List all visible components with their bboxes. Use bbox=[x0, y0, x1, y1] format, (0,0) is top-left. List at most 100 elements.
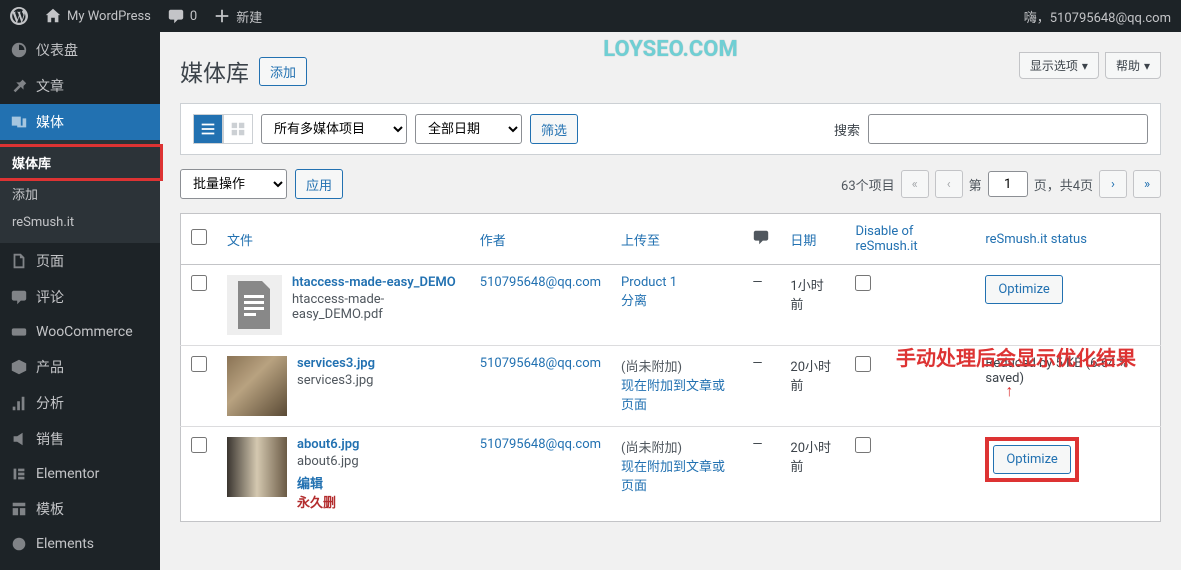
elements-icon bbox=[10, 535, 28, 553]
file-thumbnail bbox=[227, 275, 282, 335]
row-checkbox[interactable] bbox=[191, 356, 207, 372]
sidebar-item-analytics[interactable]: 分析 bbox=[0, 385, 160, 421]
pagination: 63个项目 « ‹ 第 页，共4页 › » bbox=[841, 170, 1161, 198]
row-checkbox[interactable] bbox=[191, 437, 207, 453]
list-icon bbox=[199, 120, 217, 138]
optimize-button[interactable]: Optimize bbox=[993, 445, 1070, 474]
select-all-checkbox[interactable] bbox=[191, 229, 207, 245]
document-icon bbox=[234, 281, 274, 329]
submenu-resmush[interactable]: reSmush.it bbox=[0, 209, 160, 236]
file-name: about6.jpg bbox=[297, 454, 359, 469]
delete-link[interactable]: 永久删 bbox=[297, 492, 359, 511]
sidebar-item-woocommerce[interactable]: WooCommerce bbox=[0, 315, 160, 349]
col-uploaded[interactable]: 上传至 bbox=[611, 214, 742, 265]
sidebar-item-templates[interactable]: 模板 bbox=[0, 491, 160, 527]
comment-icon bbox=[752, 228, 770, 246]
sidebar-item-products[interactable]: 产品 bbox=[0, 349, 160, 385]
add-new-button[interactable]: 添加 bbox=[259, 57, 307, 86]
howdy[interactable]: 嗨，510795648@qq.com bbox=[1024, 7, 1171, 26]
search-label: 搜索 bbox=[834, 120, 860, 139]
bulk-action-select[interactable]: 批量操作 bbox=[180, 169, 287, 199]
chevron-down-icon: ▾ bbox=[1144, 59, 1150, 73]
home-icon bbox=[44, 7, 62, 25]
file-title-link[interactable]: about6.jpg bbox=[297, 437, 359, 452]
view-toggle bbox=[193, 114, 253, 144]
bulk-apply-button[interactable]: 应用 bbox=[295, 169, 343, 199]
col-file[interactable]: 文件 bbox=[217, 214, 470, 265]
search-input[interactable] bbox=[868, 114, 1148, 144]
author-link[interactable]: 510795648@qq.com bbox=[480, 437, 601, 452]
grid-view-button[interactable] bbox=[223, 114, 253, 144]
sidebar-item-marketing[interactable]: 销售 bbox=[0, 421, 160, 457]
sidebar-item-elements[interactable]: Elements bbox=[0, 527, 160, 561]
last-page-button[interactable]: » bbox=[1133, 170, 1161, 198]
page-icon bbox=[10, 252, 28, 270]
comments-badge[interactable]: 0 bbox=[167, 7, 197, 25]
site-title[interactable]: My WordPress bbox=[44, 7, 151, 25]
list-view-button[interactable] bbox=[193, 114, 223, 144]
grid-icon bbox=[229, 120, 247, 138]
current-page-input[interactable] bbox=[988, 171, 1028, 197]
uploaded-to-link[interactable]: Product 1 bbox=[621, 275, 677, 290]
sidebar-item-elementor[interactable]: Elementor bbox=[0, 457, 160, 491]
file-name: htaccess-made-easy_DEMO.pdf bbox=[292, 292, 460, 322]
total-items: 63个项目 bbox=[841, 175, 895, 194]
dashboard-icon bbox=[10, 41, 28, 59]
elementor-icon bbox=[10, 465, 28, 483]
submenu-add[interactable]: 添加 bbox=[0, 178, 160, 209]
highlighted-optimize: Optimize bbox=[985, 437, 1078, 482]
filter-button[interactable]: 筛选 bbox=[530, 114, 578, 144]
media-submenu: 媒体库 添加 reSmush.it bbox=[0, 140, 160, 243]
sidebar-item-pages[interactable]: 页面 bbox=[0, 243, 160, 279]
chevron-down-icon: ▾ bbox=[1082, 59, 1088, 73]
date-select[interactable]: 全部日期 bbox=[415, 114, 522, 144]
col-date[interactable]: 日期 bbox=[780, 214, 845, 265]
media-type-select[interactable]: 所有多媒体项目 bbox=[261, 114, 407, 144]
edit-link[interactable]: 编辑 bbox=[297, 473, 359, 492]
uploaded-to-text: (尚未附加) bbox=[621, 360, 682, 375]
first-page-button[interactable]: « bbox=[901, 170, 929, 198]
uploaded-to-text: (尚未附加) bbox=[621, 441, 682, 456]
screen-options-button[interactable]: 显示选项 ▾ bbox=[1019, 52, 1099, 79]
date-cell: 20小时前 bbox=[780, 427, 845, 522]
col-author[interactable]: 作者 bbox=[470, 214, 611, 265]
attach-link[interactable]: 现在附加到文章或页面 bbox=[621, 379, 725, 413]
attach-link[interactable]: 现在附加到文章或页面 bbox=[621, 460, 725, 494]
filter-bar: 所有多媒体项目 全部日期 筛选 搜索 bbox=[180, 103, 1161, 155]
help-button[interactable]: 帮助 ▾ bbox=[1105, 52, 1161, 79]
sidebar-item-dashboard[interactable]: 仪表盘 bbox=[0, 32, 160, 68]
row-checkbox[interactable] bbox=[191, 275, 207, 291]
author-link[interactable]: 510795648@qq.com bbox=[480, 275, 601, 290]
comment-icon bbox=[10, 288, 28, 306]
file-title-link[interactable]: htaccess-made-easy_DEMO bbox=[292, 275, 460, 290]
sidebar-item-comments[interactable]: 评论 bbox=[0, 279, 160, 315]
prev-page-button[interactable]: ‹ bbox=[935, 170, 963, 198]
file-thumbnail bbox=[227, 356, 287, 416]
page-title: 媒体库 bbox=[180, 54, 249, 88]
col-disable: Disable of reSmush.it bbox=[845, 214, 975, 265]
date-cell: 20小时前 bbox=[780, 346, 845, 427]
date-cell: 1小时前 bbox=[780, 265, 845, 346]
author-link[interactable]: 510795648@qq.com bbox=[480, 356, 601, 371]
next-page-button[interactable]: › bbox=[1099, 170, 1127, 198]
wordpress-icon[interactable] bbox=[10, 7, 28, 25]
woo-icon bbox=[10, 323, 28, 341]
file-thumbnail bbox=[227, 437, 287, 497]
content-area: LOYSEO.COM 显示选项 ▾ 帮助 ▾ 媒体库 添加 bbox=[160, 32, 1181, 570]
pin-icon bbox=[10, 77, 28, 95]
comment-icon bbox=[167, 7, 185, 25]
detach-link[interactable]: 分离 bbox=[621, 294, 647, 309]
optimize-button[interactable]: Optimize bbox=[985, 275, 1062, 304]
submenu-library[interactable]: 媒体库 bbox=[0, 147, 160, 178]
sidebar-item-posts[interactable]: 文章 bbox=[0, 68, 160, 104]
annotation-text: 手动处理后会显示优化结果 bbox=[896, 342, 1136, 371]
new-content[interactable]: 新建 bbox=[213, 7, 262, 26]
disable-checkbox[interactable] bbox=[855, 356, 871, 372]
media-icon bbox=[10, 113, 28, 131]
disable-checkbox[interactable] bbox=[855, 275, 871, 291]
disable-checkbox[interactable] bbox=[855, 437, 871, 453]
file-title-link[interactable]: services3.jpg bbox=[297, 356, 375, 371]
col-comments[interactable] bbox=[742, 214, 780, 265]
sidebar-item-media[interactable]: 媒体 bbox=[0, 104, 160, 140]
comments-cell: — bbox=[742, 427, 780, 522]
